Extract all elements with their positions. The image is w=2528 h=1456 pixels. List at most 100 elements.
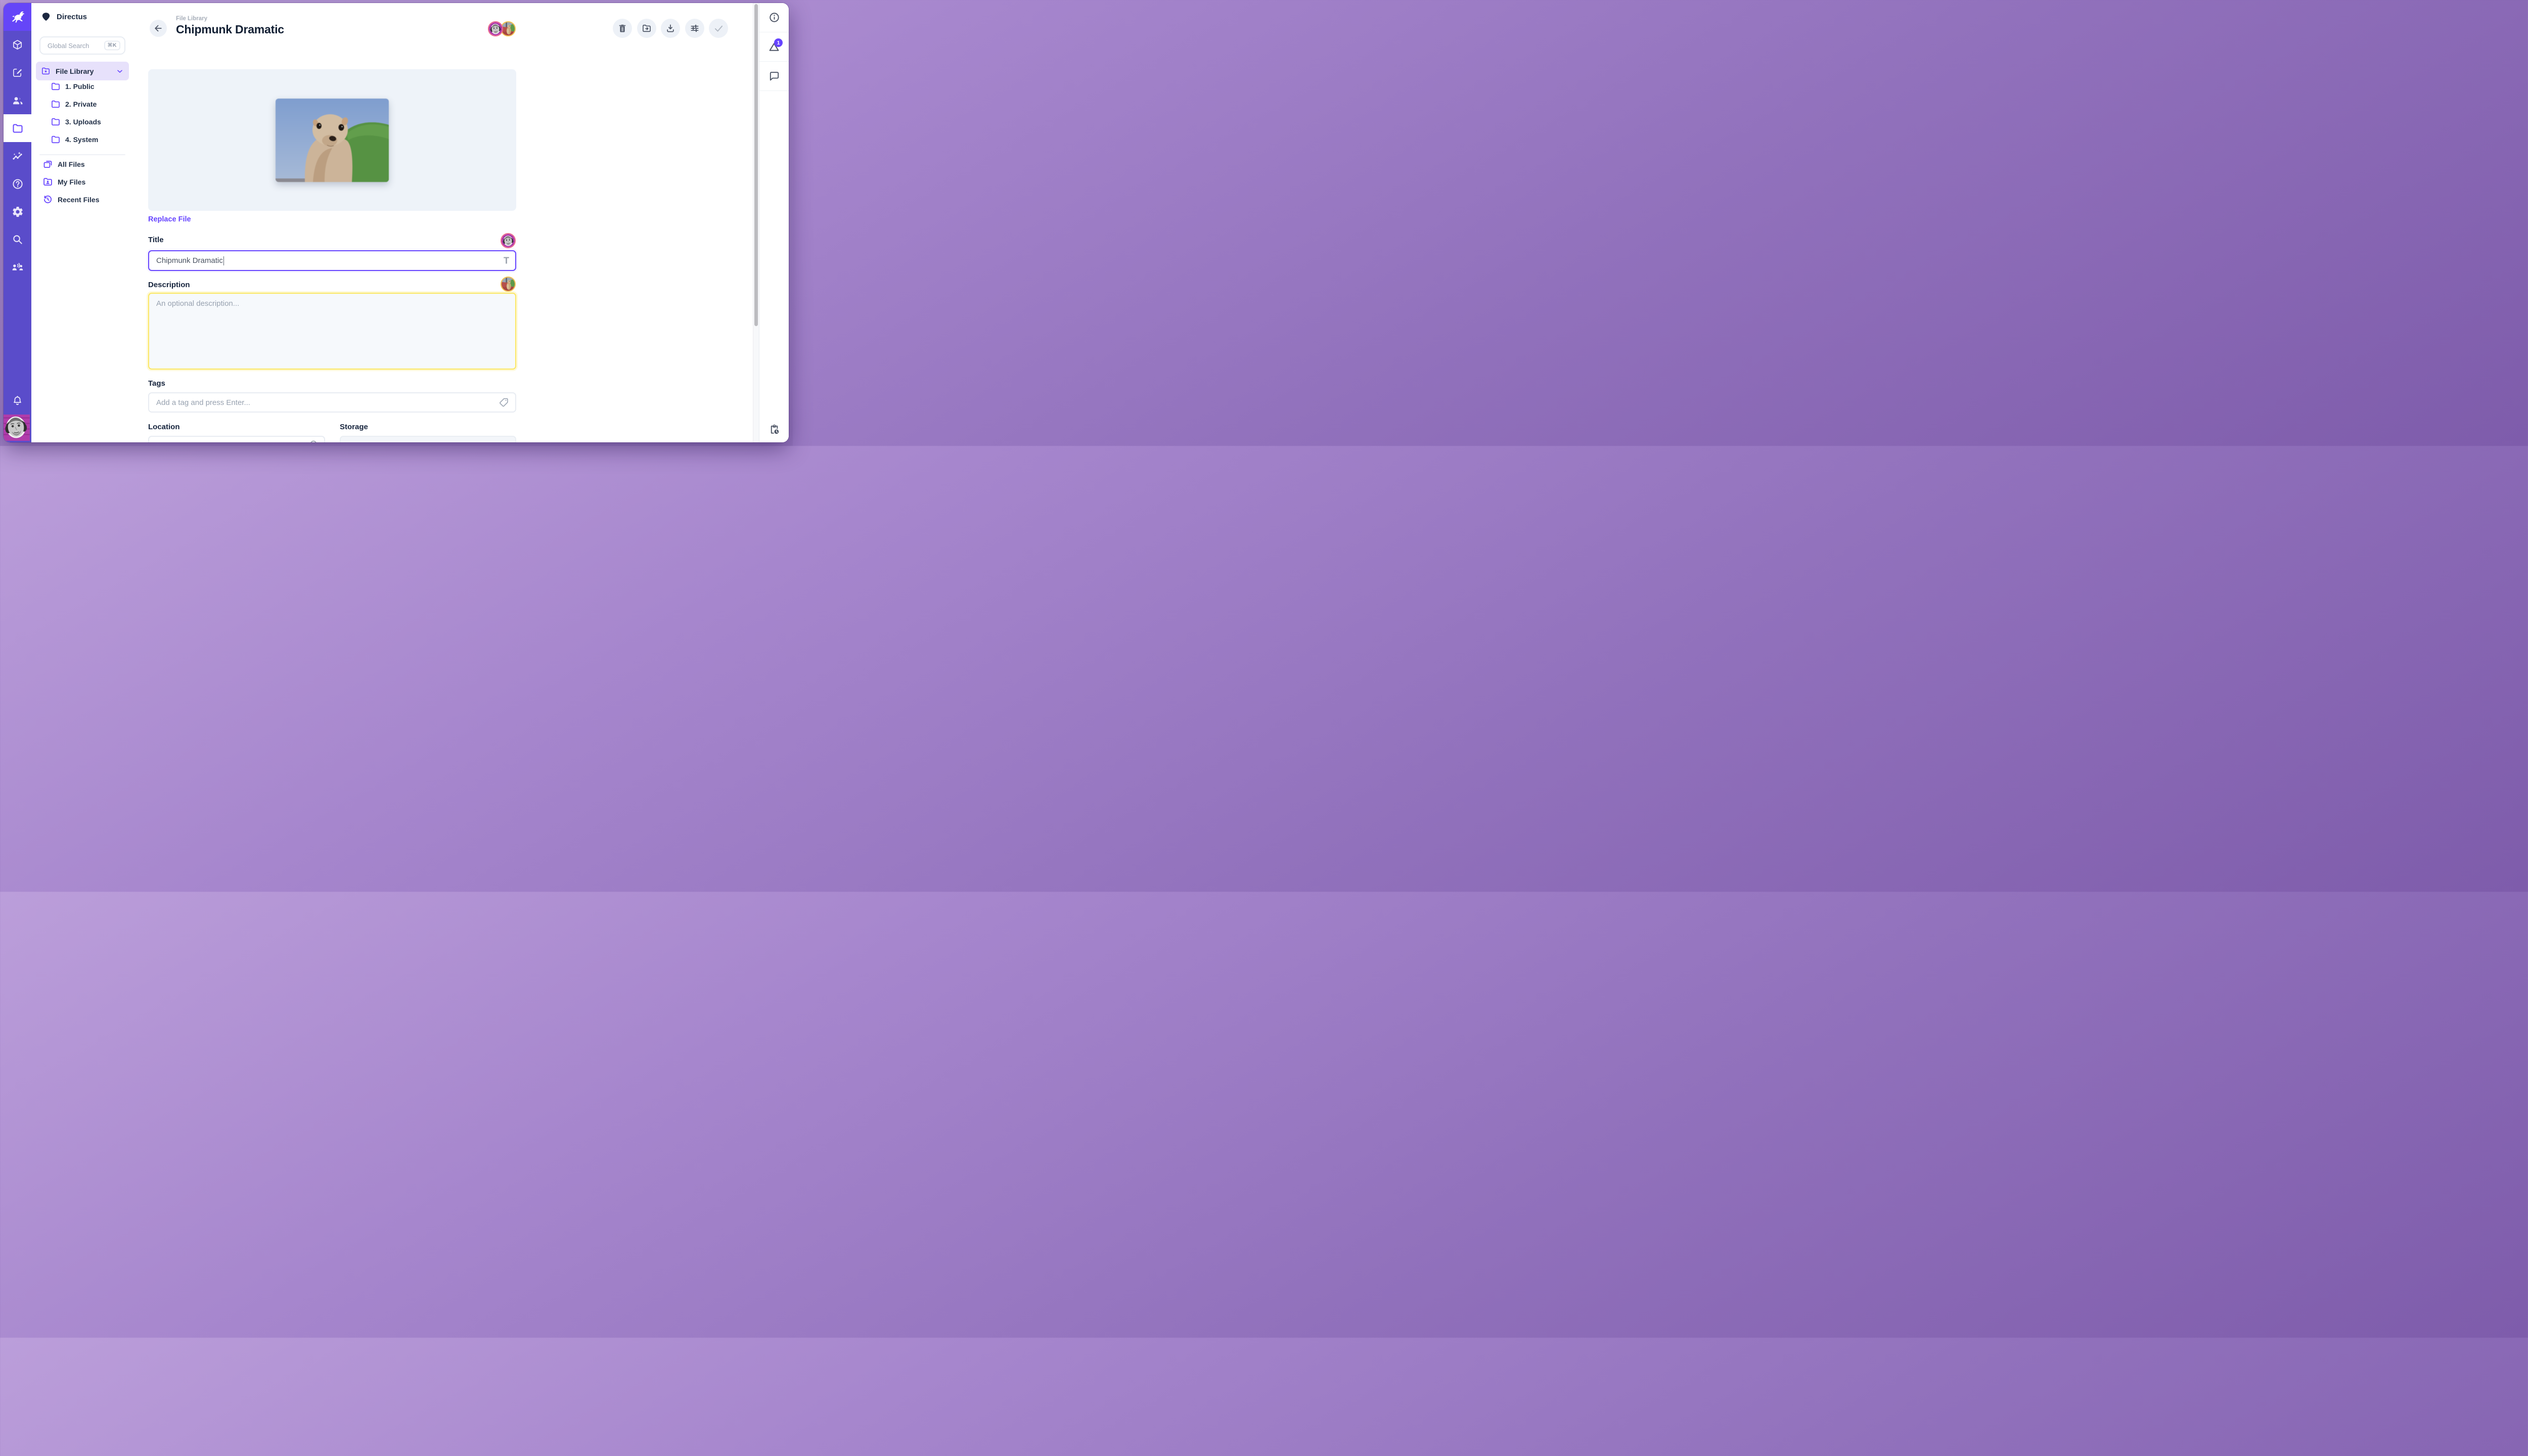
description-editor-avatar: [501, 277, 516, 292]
notifications-button[interactable]: [4, 387, 31, 415]
nav-folder-label: 2. Private: [65, 100, 97, 108]
gear-icon: [12, 206, 24, 218]
nav-link-label: My Files: [58, 178, 85, 186]
description-textarea[interactable]: [149, 294, 515, 369]
breadcrumb[interactable]: File Library: [176, 16, 207, 22]
nav-link-recent-files[interactable]: Recent Files: [31, 191, 133, 208]
tags-label: Tags: [148, 379, 165, 388]
text-caret: [223, 256, 224, 265]
navigation-panel: Directus ⌘K File Library 1. Public 2. Pr…: [31, 3, 133, 442]
module-bar-spacer: [4, 281, 31, 387]
cube-icon: [12, 39, 23, 51]
nav-link-my-files[interactable]: My Files: [31, 173, 133, 191]
storage-label: Storage: [340, 423, 368, 431]
replace-file-link[interactable]: Replace File: [148, 215, 191, 223]
nav-folder-private[interactable]: 2. Private: [31, 95, 133, 113]
module-insights[interactable]: [4, 142, 31, 170]
edit-icon: [12, 67, 23, 78]
people-waves-icon: [11, 261, 24, 274]
location-label: Location: [148, 423, 180, 431]
current-user-avatar[interactable]: [4, 415, 31, 442]
title-editor-avatar: [501, 233, 516, 248]
nav-folder-system[interactable]: 4. System: [31, 130, 133, 148]
scrollbar-track[interactable]: [753, 3, 759, 442]
folder-icon: [51, 99, 61, 109]
tune-icon: [690, 23, 700, 33]
copy-icon: [42, 159, 53, 169]
location-field[interactable]: [148, 436, 325, 442]
page-title: Chipmunk Dramatic: [176, 23, 284, 36]
module-file-library[interactable]: [4, 114, 31, 142]
revisions-badge: 1: [774, 38, 783, 47]
directus-logo-button[interactable]: [4, 3, 31, 31]
folder-icon: [12, 122, 24, 134]
folder-icon: [51, 117, 61, 127]
folder-icon: [51, 134, 61, 145]
revisions-button[interactable]: 1: [759, 32, 789, 62]
clipboard-clock-icon: [769, 424, 780, 435]
nav-link-label: Recent Files: [58, 196, 99, 204]
folder-icon: [51, 81, 61, 92]
title-input[interactable]: Chipmunk Dramatic T: [148, 250, 516, 271]
chipmunk-image: [276, 99, 389, 182]
bell-icon: [12, 395, 23, 406]
rabbit-logo-icon: [10, 10, 25, 25]
adjust-button[interactable]: [685, 19, 704, 38]
folder-move-icon: [642, 23, 652, 33]
comments-button[interactable]: [759, 62, 789, 91]
man-avatar: [488, 21, 503, 36]
title-value: Chipmunk Dramatic: [156, 256, 223, 265]
project-name: Directus: [57, 13, 87, 21]
nav-folder-label: 3. Uploads: [65, 118, 101, 126]
file-preview[interactable]: [148, 69, 516, 211]
search-shortcut-badge: ⌘K: [104, 41, 120, 51]
module-settings[interactable]: [4, 198, 31, 225]
pending-actions-button[interactable]: [759, 424, 789, 435]
main-content: File Library Chipmunk Dramatic: [133, 3, 759, 442]
nav-folder-public[interactable]: 1. Public: [31, 77, 133, 95]
global-search-input[interactable]: [47, 41, 99, 50]
download-button[interactable]: [661, 19, 680, 38]
storage-field: [340, 436, 516, 442]
help-icon: [12, 178, 24, 190]
tags-input[interactable]: [149, 398, 515, 407]
nav-folder-label: 4. System: [65, 135, 98, 144]
nav-item-label: File Library: [56, 67, 111, 75]
header-actions: [613, 19, 728, 38]
delete-button[interactable]: [613, 19, 632, 38]
folder-star-icon: [41, 66, 51, 76]
module-editor[interactable]: [4, 59, 31, 86]
tags-field: [148, 392, 516, 413]
user-avatar-image: [4, 415, 31, 442]
title-formatter-icon: T: [504, 255, 509, 266]
info-icon: [769, 12, 780, 23]
history-icon: [42, 194, 53, 205]
nav-link-all-files[interactable]: All Files: [31, 155, 133, 173]
description-label: Description: [148, 281, 190, 289]
module-search[interactable]: [4, 225, 31, 253]
module-content[interactable]: [4, 31, 31, 59]
arrow-left-icon: [153, 23, 163, 33]
project-row[interactable]: Directus: [31, 3, 133, 30]
module-presence[interactable]: [4, 253, 31, 281]
folder-user-icon: [42, 176, 53, 187]
trash-icon: [617, 23, 627, 33]
nav-folder-uploads[interactable]: 3. Uploads: [31, 113, 133, 130]
comment-icon: [769, 70, 780, 82]
chevron-down-icon: [116, 67, 124, 75]
title-label: Title: [148, 236, 164, 244]
map-pin-icon: [310, 440, 317, 442]
nav-link-label: All Files: [58, 160, 85, 168]
download-icon: [665, 23, 675, 33]
move-to-folder-button[interactable]: [637, 19, 656, 38]
users-icon: [12, 95, 24, 107]
directus-diamond-icon: [41, 12, 51, 22]
save-button[interactable]: [709, 19, 728, 38]
scrollbar-thumb[interactable]: [754, 4, 758, 326]
global-search[interactable]: ⌘K: [39, 36, 125, 55]
module-user-directory[interactable]: [4, 86, 31, 114]
location-input[interactable]: [149, 437, 324, 442]
file-info-button[interactable]: [759, 3, 789, 32]
module-documentation[interactable]: [4, 170, 31, 198]
back-button[interactable]: [150, 20, 167, 37]
